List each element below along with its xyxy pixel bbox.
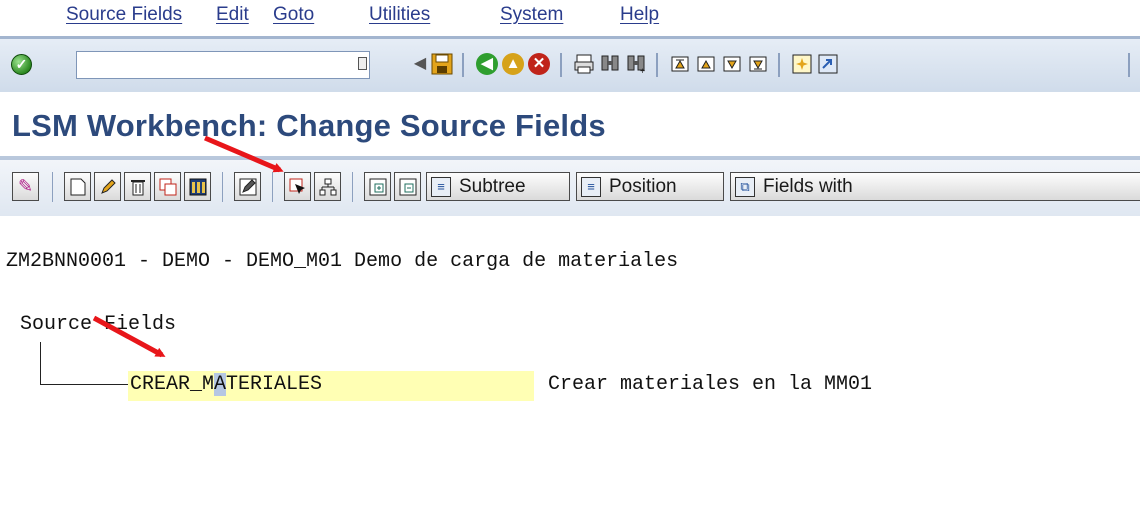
fields-with-button[interactable]: ⧉ Fields with [730,172,1140,201]
expand-subtree-icon[interactable] [364,172,391,201]
toolbar-separator [222,172,223,202]
toolbar-separator [1128,53,1130,77]
copy-icon[interactable] [154,172,181,201]
toolbar-separator [52,172,53,202]
display-change-icon[interactable]: ✎ [12,172,39,201]
command-history-icon[interactable] [358,57,367,70]
create-icon[interactable] [64,172,91,201]
find-icon[interactable] [598,52,622,76]
save-icon[interactable] [430,52,454,76]
hierarchy-icon[interactable] [314,172,341,201]
first-page-icon[interactable] [668,52,692,76]
subtree-icon: ≡ [431,176,451,197]
menu-source-fields[interactable]: Source Fields [66,4,182,26]
tree-node-crear-materiales[interactable]: CREAR_MATERIALES [130,373,322,396]
position-button-label: Position [609,175,677,197]
subtree-button[interactable]: ≡ Subtree [426,172,570,201]
new-session-icon[interactable] [790,52,814,76]
toolbar-separator [462,53,464,77]
node-name-part: TERIALES [226,373,323,396]
node-name-part: CREAR_M [130,373,215,396]
standard-toolbar: ✓ ◀ ◀ ▲ ✕ + [0,36,1140,93]
application-toolbar: ✎ ≡ Subtree ≡ Position ⧉ Fields with [0,158,1140,218]
toolbar-separator [352,172,353,202]
menu-system[interactable]: System [500,4,563,26]
menu-edit[interactable]: Edit [216,4,249,26]
command-field[interactable] [76,51,370,79]
next-page-icon[interactable] [720,52,744,76]
node-description: Crear materiales en la MM01 [548,373,873,396]
toolbar-separator [272,172,273,202]
back-icon[interactable]: ◀ [476,53,498,75]
toolbar-separator [778,53,780,77]
position-button[interactable]: ≡ Position [576,172,724,201]
tree-root-label[interactable]: Source Fields [20,313,176,336]
page-title: LSM Workbench: Change Source Fields [12,108,606,143]
print-icon[interactable] [572,52,596,76]
collapse-subtree-icon[interactable] [394,172,421,201]
find-next-icon[interactable]: + [624,52,648,76]
back-triangle-icon[interactable]: ◀ [408,52,432,76]
edit-pencil-icon[interactable] [234,172,261,201]
menu-goto[interactable]: Goto [273,4,314,26]
menu-help[interactable]: Help [620,4,659,26]
shortcut-icon[interactable] [816,52,840,76]
object-header-line: ZM2BNN0001 - DEMO - DEMO_M01 Demo de car… [6,250,679,273]
position-icon: ≡ [581,176,601,197]
exit-icon[interactable]: ▲ [502,53,524,75]
last-page-icon[interactable] [746,52,770,76]
menu-utilities[interactable]: Utilities [369,4,430,26]
fields-with-icon: ⧉ [735,176,755,197]
change-pencil-icon[interactable] [94,172,121,201]
toolbar-separator [656,53,658,77]
enter-check-icon[interactable]: ✓ [11,54,32,75]
cancel-icon[interactable]: ✕ [528,53,550,75]
toolbar-separator [560,53,562,77]
previous-page-icon[interactable] [694,52,718,76]
menu-bar: Source Fields Edit Goto Utilities System… [0,0,1140,34]
svg-text:+: + [640,66,645,75]
subtree-button-label: Subtree [459,175,526,197]
select-icon[interactable] [284,172,311,201]
tree-connector-vertical [40,342,41,384]
fields-with-button-label: Fields with [763,175,853,197]
tree-connector-horizontal [40,384,128,385]
table-layout-icon[interactable] [184,172,211,201]
delete-icon[interactable] [124,172,151,201]
text-cursor: A [214,373,227,396]
